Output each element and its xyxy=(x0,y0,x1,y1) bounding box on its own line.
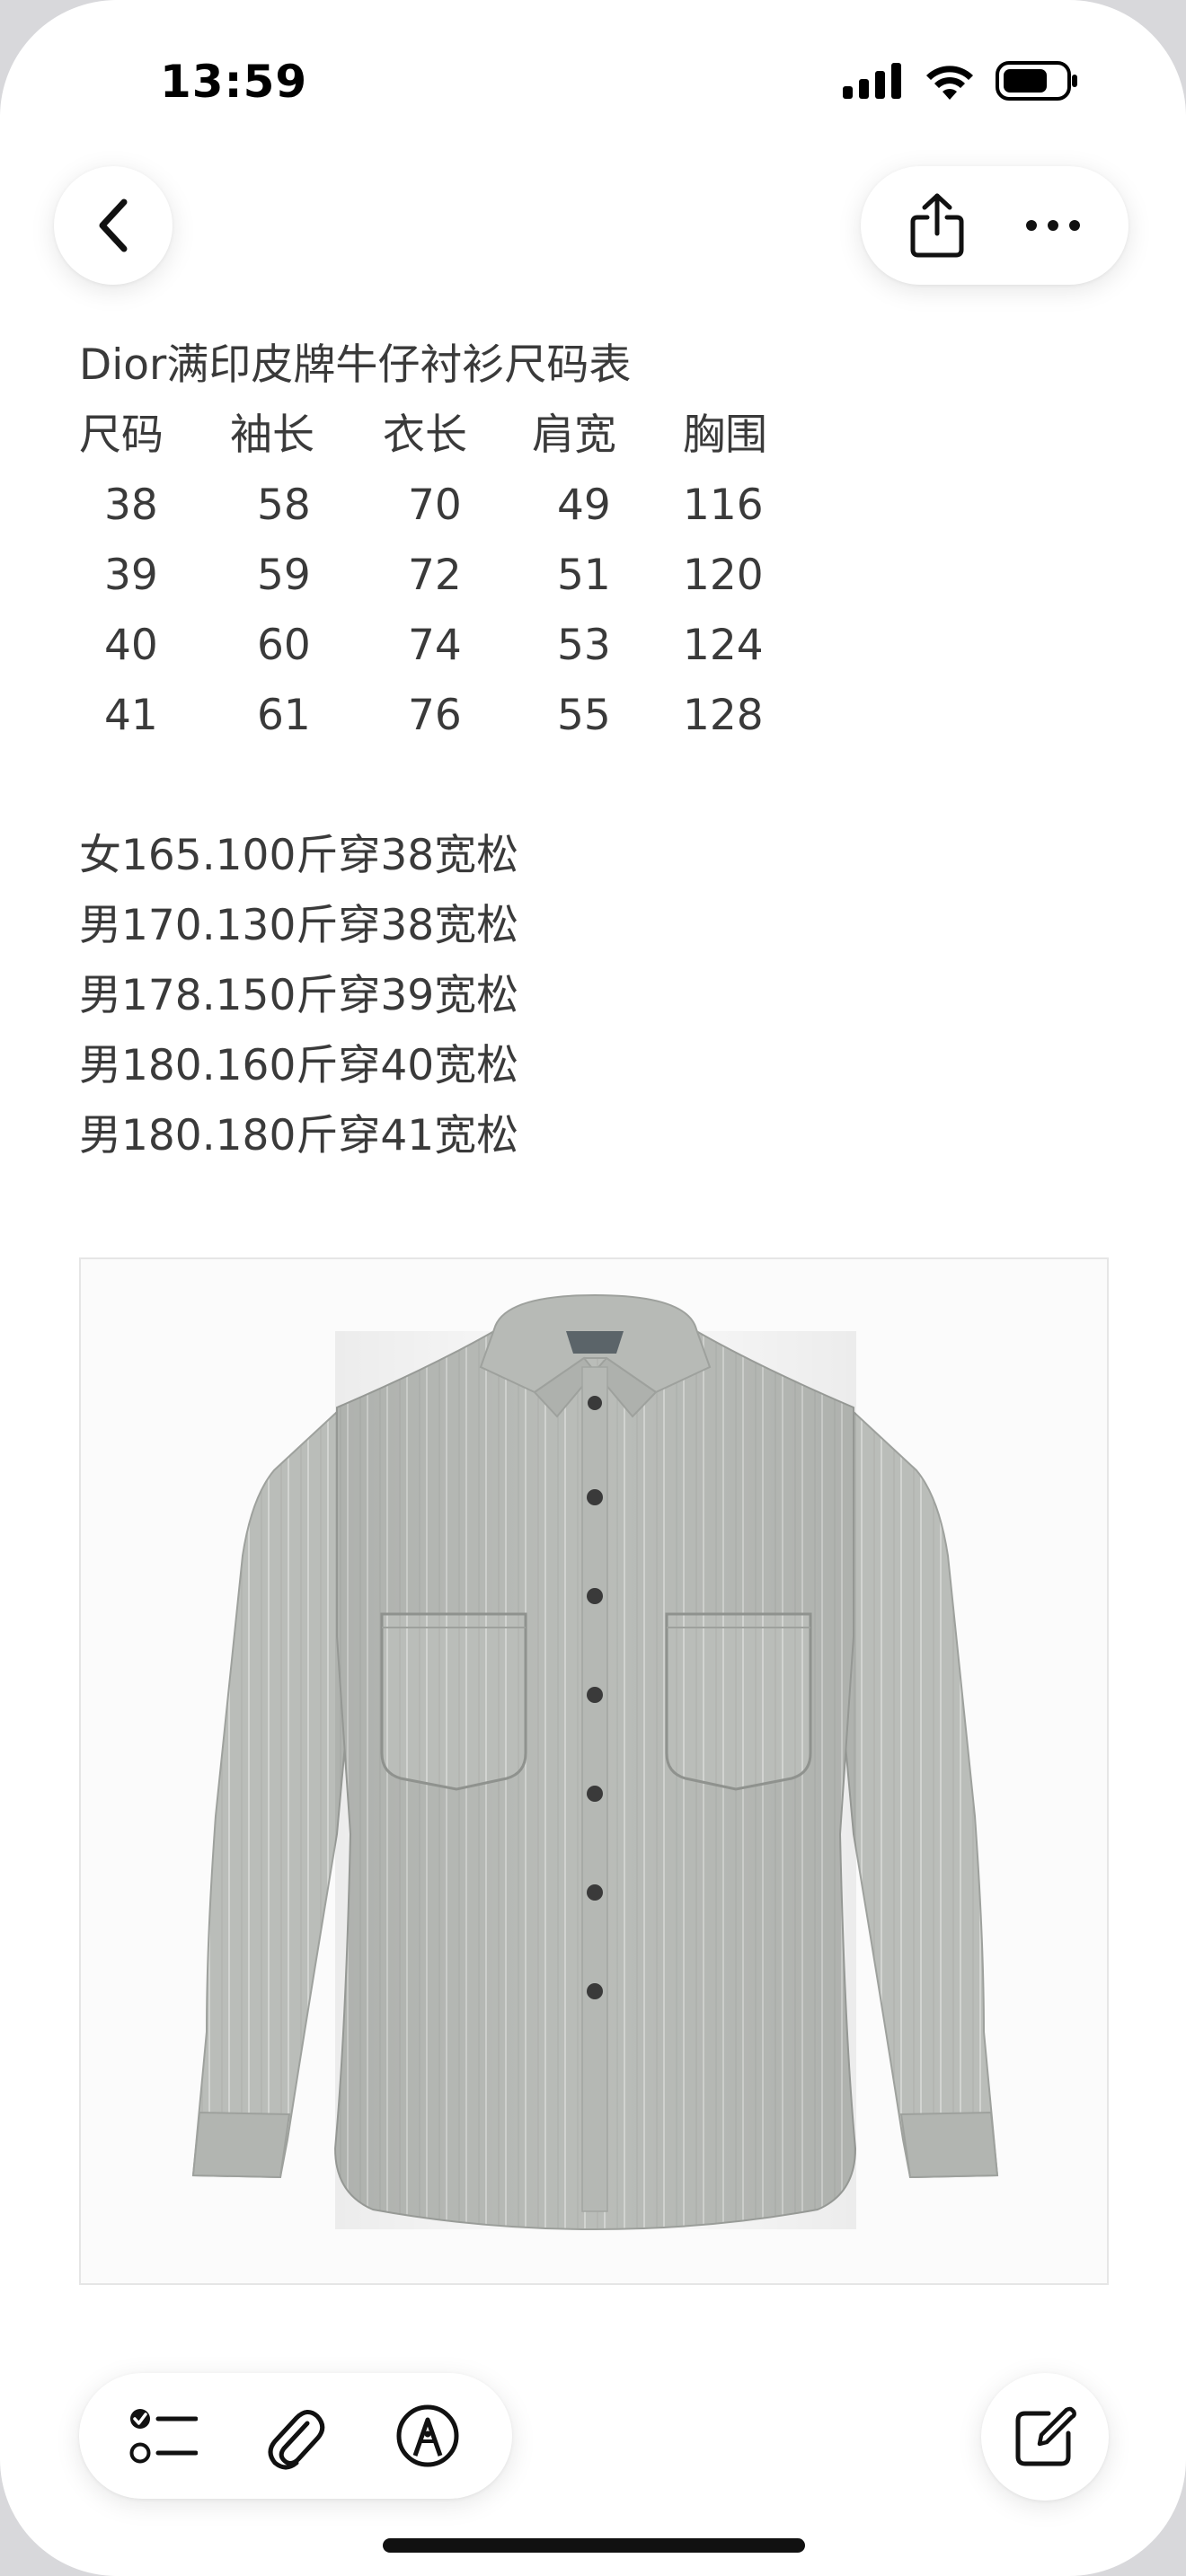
markup-pen-icon xyxy=(396,2404,459,2467)
table-row: 39 59 72 51 120 xyxy=(79,541,791,611)
table-header-cell: 衣长 xyxy=(383,410,467,460)
product-image[interactable] xyxy=(79,1257,1109,2285)
note-title: Dior满印皮牌牛仔衬衫尺码表 xyxy=(79,340,632,390)
compose-button[interactable] xyxy=(981,2373,1109,2501)
table-cell: 72 xyxy=(408,551,462,600)
note-body[interactable]: Dior满印皮牌牛仔衬衫尺码表 尺码 袖长 衣长 肩宽 胸围 38 58 70 … xyxy=(79,331,791,1171)
table-cell: 120 xyxy=(683,551,764,600)
table-cell: 51 xyxy=(557,551,611,600)
size-chart-table: 尺码 袖长 衣长 肩宽 胸围 38 58 70 49 116 39 59 72 … xyxy=(79,401,791,751)
table-header-row: 尺码 袖长 衣长 肩宽 胸围 xyxy=(79,401,791,471)
size-recommendation: 女165.100斤穿38宽松 xyxy=(79,831,519,880)
table-row: 38 58 70 49 116 xyxy=(79,471,791,541)
attachment-button[interactable] xyxy=(246,2386,345,2485)
size-recommendation: 男170.130斤穿38宽松 xyxy=(79,901,519,950)
checklist-button[interactable] xyxy=(114,2386,213,2485)
table-cell: 124 xyxy=(683,621,764,670)
table-cell: 58 xyxy=(257,481,311,530)
status-icons xyxy=(843,61,1078,101)
table-cell: 116 xyxy=(683,481,764,530)
size-recommendation: 男180.160斤穿40宽松 xyxy=(79,1041,519,1090)
table-cell: 61 xyxy=(257,691,311,740)
compose-icon xyxy=(1015,2406,1076,2466)
status-time: 13:59 xyxy=(160,56,308,108)
table-cell: 38 xyxy=(104,481,158,530)
shirt-illustration xyxy=(191,1293,999,2231)
table-cell: 60 xyxy=(257,621,311,670)
share-icon xyxy=(910,193,963,258)
size-recommendation: 男180.180斤穿41宽松 xyxy=(79,1111,519,1160)
table-cell: 74 xyxy=(408,621,462,670)
table-cell: 59 xyxy=(257,551,311,600)
table-header-cell: 尺码 xyxy=(79,410,164,460)
table-cell: 40 xyxy=(104,621,158,670)
bottom-toolbar xyxy=(79,2373,512,2499)
table-header-cell: 袖长 xyxy=(230,410,314,460)
cellular-signal-icon xyxy=(843,63,901,99)
markup-button[interactable] xyxy=(378,2386,477,2485)
table-cell: 53 xyxy=(557,621,611,670)
paperclip-icon xyxy=(268,2410,325,2470)
home-indicator[interactable] xyxy=(383,2538,805,2553)
table-cell: 49 xyxy=(557,481,611,530)
table-cell: 39 xyxy=(104,551,158,600)
chevron-left-icon xyxy=(99,198,128,252)
ellipsis-icon xyxy=(1025,220,1080,231)
table-header-cell: 肩宽 xyxy=(532,410,616,460)
note-actions-pill xyxy=(861,166,1128,285)
table-row: 41 61 76 55 128 xyxy=(79,681,791,751)
table-cell: 76 xyxy=(408,691,462,740)
table-row: 40 60 74 53 124 xyxy=(79,611,791,681)
back-button[interactable] xyxy=(54,166,173,285)
wifi-icon xyxy=(926,66,973,100)
table-cell: 55 xyxy=(557,691,611,740)
more-button[interactable] xyxy=(999,172,1107,279)
table-header-cell: 胸围 xyxy=(683,410,767,460)
table-cell: 128 xyxy=(683,691,764,740)
battery-icon xyxy=(996,61,1077,101)
device-screen: 13:59 Dior满印皮牌牛仔衬衫尺码表 尺码 袖长 衣长 肩宽 胸围 38 … xyxy=(0,0,1186,2576)
table-cell: 70 xyxy=(408,481,462,530)
size-recommendation: 男178.150斤穿39宽松 xyxy=(79,971,519,1020)
checklist-icon xyxy=(129,2409,198,2464)
table-cell: 41 xyxy=(104,691,158,740)
share-button[interactable] xyxy=(883,172,991,279)
